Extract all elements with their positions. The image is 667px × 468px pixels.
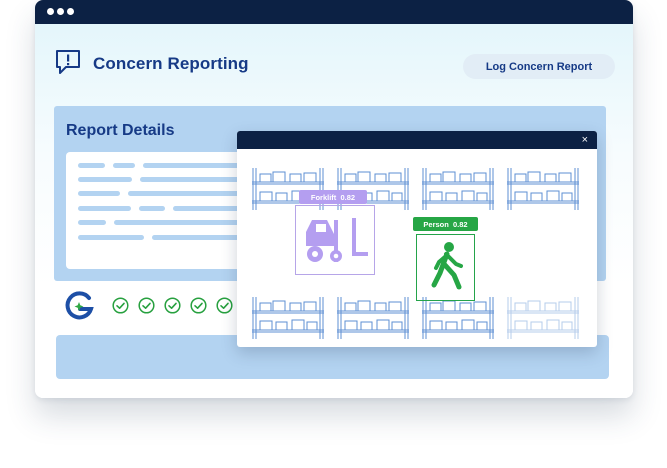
report-details-title: Report Details [66, 122, 175, 139]
person-bounding-box [416, 234, 475, 301]
forklift-icon [306, 218, 368, 262]
text-line-placeholder [139, 206, 165, 211]
log-concern-report-button[interactable]: Log Concern Report [463, 54, 615, 79]
warehouse-rack [251, 296, 325, 340]
text-line-placeholder [152, 235, 241, 240]
window-dot [67, 8, 74, 15]
close-icon[interactable]: × [582, 133, 588, 147]
detection-score: 0.82 [340, 192, 356, 202]
warehouse-rack [506, 167, 580, 211]
text-line-placeholder [173, 206, 241, 211]
window-dot [47, 8, 54, 15]
text-line-placeholder [78, 163, 105, 168]
page-title: Concern Reporting [93, 54, 249, 73]
text-line-placeholder [78, 206, 131, 211]
window-dot [57, 8, 64, 15]
text-line-placeholder [78, 235, 144, 240]
check-circle-icon [138, 297, 155, 314]
detection-class: Person [423, 219, 449, 229]
warehouse-rack [506, 296, 580, 340]
modal-titlebar: × [237, 131, 597, 149]
text-line-placeholder [78, 177, 132, 182]
report-text-card [66, 152, 241, 269]
check-circle-icon [190, 297, 207, 314]
g-logo-icon [65, 291, 94, 320]
forklift-detection-label: Forklift 0.82 [299, 190, 367, 204]
warehouse-rack [421, 296, 495, 340]
forklift-bounding-box [295, 205, 375, 275]
text-line-placeholder [128, 191, 241, 196]
text-line-placeholder [140, 177, 241, 182]
text-line-placeholder [78, 220, 106, 225]
text-line-placeholder [114, 220, 241, 225]
warehouse-rack [336, 296, 410, 340]
text-line-placeholder [143, 163, 241, 168]
check-circle-icon [216, 297, 233, 314]
detection-score: 0.82 [453, 219, 468, 229]
warehouse-rack [421, 167, 495, 211]
person-detection-label: Person 0.82 [413, 217, 478, 231]
text-line-placeholder [78, 191, 120, 196]
report-alert-icon [56, 50, 80, 74]
window-titlebar [35, 0, 633, 24]
detection-class: Forklift [310, 192, 337, 202]
walking-person-icon [431, 242, 463, 290]
text-line-placeholder [113, 163, 135, 168]
check-circle-icon [112, 297, 129, 314]
check-circle-icon [164, 297, 181, 314]
